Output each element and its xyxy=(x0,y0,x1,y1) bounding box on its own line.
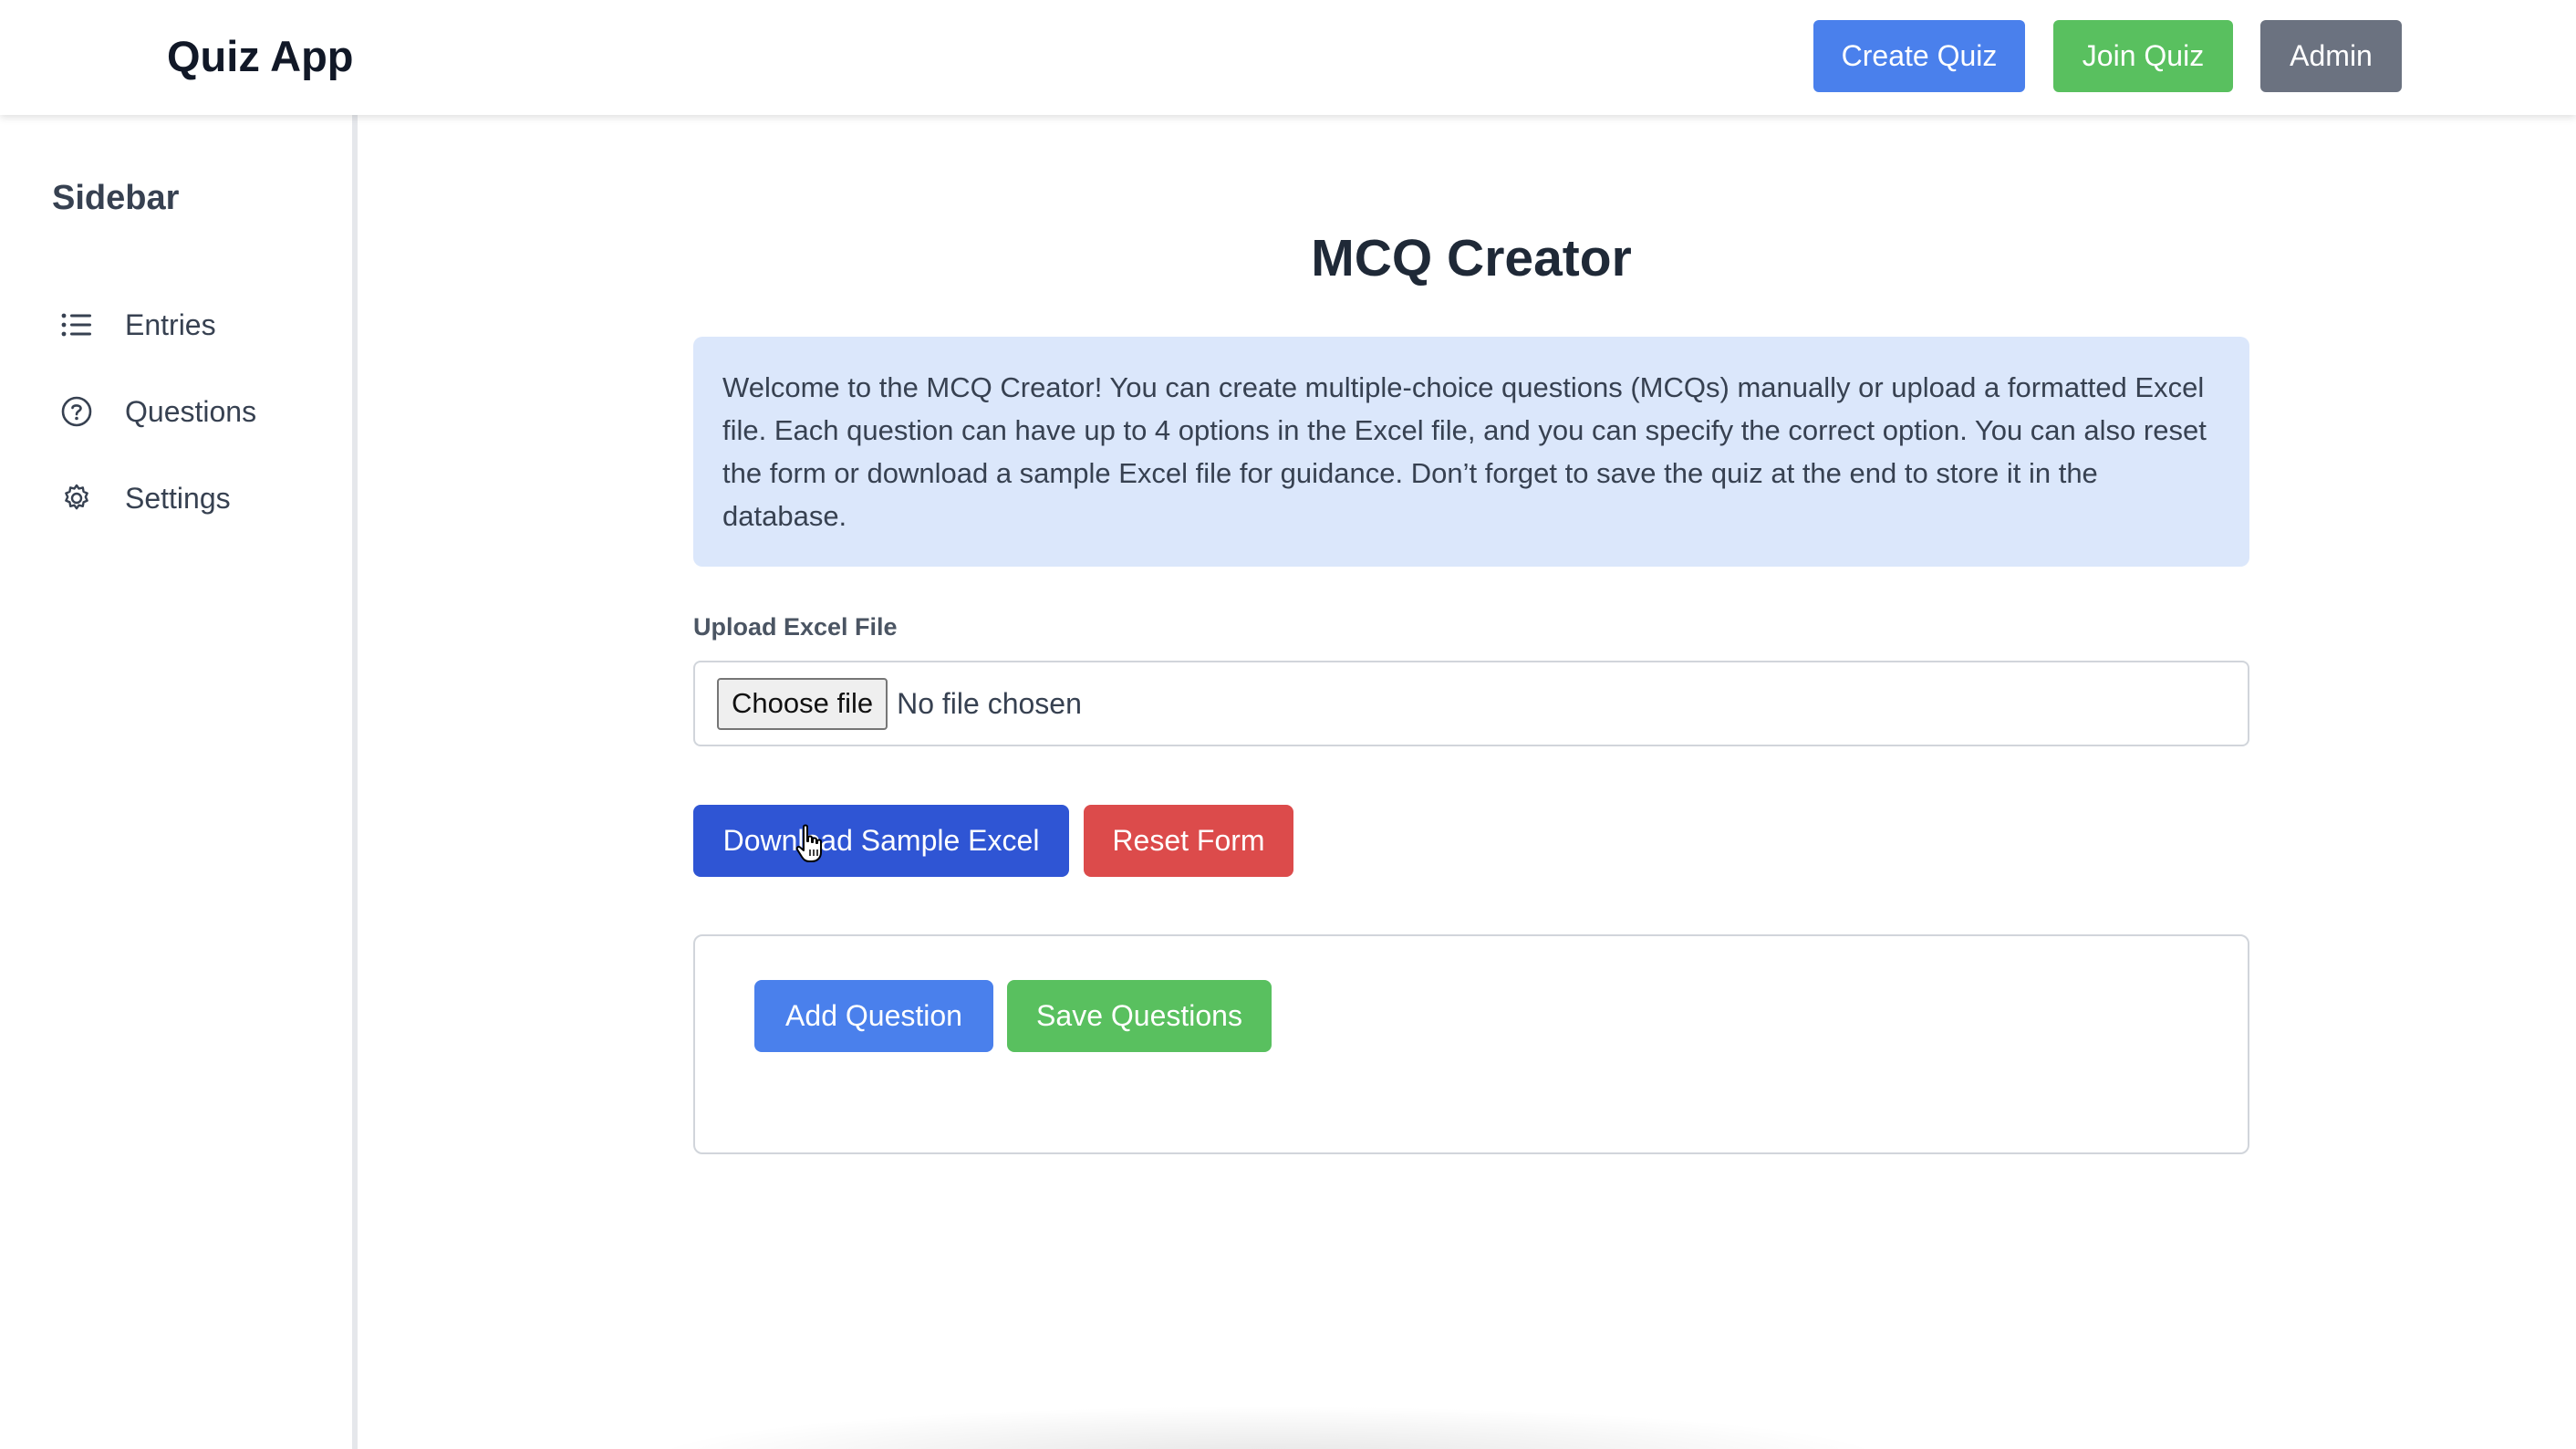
bottom-shadow xyxy=(639,1405,1897,1449)
info-message: Welcome to the MCQ Creator! You can crea… xyxy=(693,337,2249,567)
questions-panel: Add Question Save Questions xyxy=(693,934,2249,1154)
admin-button[interactable]: Admin xyxy=(2260,20,2402,92)
top-navbar: Quiz App Create Quiz Join Quiz Admin xyxy=(0,0,2576,115)
upload-excel-label: Upload Excel File xyxy=(693,613,898,641)
sidebar-item-label: Entries xyxy=(125,308,216,341)
question-circle-icon xyxy=(60,395,93,428)
app-brand[interactable]: Quiz App xyxy=(167,27,354,86)
join-quiz-button[interactable]: Join Quiz xyxy=(2053,20,2233,92)
sidebar-item-label: Questions xyxy=(125,394,257,428)
sidebar: Sidebar Entries Questions Settings xyxy=(0,115,358,1449)
download-sample-excel-button[interactable]: Download Sample Excel xyxy=(693,805,1069,877)
create-quiz-button[interactable]: Create Quiz xyxy=(1813,20,2025,92)
reset-form-button[interactable]: Reset Form xyxy=(1084,805,1293,877)
page: Quiz App Create Quiz Join Quiz Admin Sid… xyxy=(0,0,2576,1449)
file-status: No file chosen xyxy=(897,686,1082,720)
add-question-button[interactable]: Add Question xyxy=(754,980,993,1052)
save-questions-button[interactable]: Save Questions xyxy=(1007,980,1272,1052)
sidebar-item-questions[interactable]: Questions xyxy=(60,386,334,437)
sidebar-item-label: Settings xyxy=(125,481,231,515)
choose-file-button[interactable]: Choose file xyxy=(717,677,888,730)
sidebar-item-entries[interactable]: Entries xyxy=(60,299,334,350)
gear-icon xyxy=(60,482,93,515)
sidebar-title: Sidebar xyxy=(52,179,180,217)
page-title: MCQ Creator xyxy=(1311,229,1632,287)
sidebar-item-settings[interactable]: Settings xyxy=(60,473,334,524)
list-icon xyxy=(60,308,93,341)
file-input[interactable]: Choose file No file chosen xyxy=(693,661,2249,746)
